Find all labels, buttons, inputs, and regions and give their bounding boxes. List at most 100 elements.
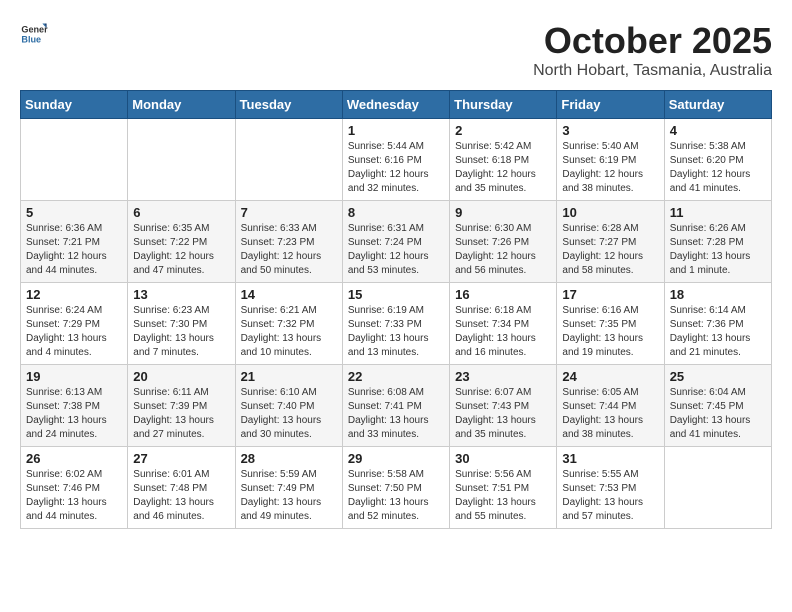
cell-content: Sunrise: 6:23 AM Sunset: 7:30 PM Dayligh…	[133, 304, 229, 360]
day-number: 5	[26, 205, 122, 220]
day-number: 3	[562, 123, 658, 138]
day-of-week-header: Sunday	[21, 91, 128, 119]
cell-content: Sunrise: 5:44 AM Sunset: 6:16 PM Dayligh…	[348, 140, 444, 196]
day-number: 20	[133, 369, 229, 384]
calendar-cell: 22 Sunrise: 6:08 AM Sunset: 7:41 PM Dayli…	[342, 365, 449, 447]
calendar-cell: 27Sunrise: 6:01 AM Sunset: 7:48 PM Dayli…	[128, 447, 235, 529]
cell-content: Sunrise: 6:26 AM Sunset: 7:28 PM Dayligh…	[670, 222, 766, 278]
calendar-cell: 12 Sunrise: 6:24 AM Sunset: 7:29 PM Dayli…	[21, 283, 128, 365]
day-number: 30	[455, 451, 551, 466]
day-of-week-header: Tuesday	[235, 91, 342, 119]
calendar-cell: 4Sunrise: 5:38 AM Sunset: 6:20 PM Daylig…	[664, 119, 771, 201]
cell-content: Sunrise: 6:30 AM Sunset: 7:26 PM Dayligh…	[455, 222, 551, 278]
day-number: 16	[455, 287, 551, 302]
day-number: 6	[133, 205, 229, 220]
day-of-week-header: Wednesday	[342, 91, 449, 119]
day-number: 15	[348, 287, 444, 302]
cell-content: Sunrise: 6:10 AM Sunset: 7:40 PM Dayligh…	[241, 386, 337, 442]
cell-content: Sunrise: 5:56 AM Sunset: 7:51 PM Dayligh…	[455, 468, 551, 524]
cell-content: Sunrise: 5:42 AM Sunset: 6:18 PM Dayligh…	[455, 140, 551, 196]
cell-content: Sunrise: 5:55 AM Sunset: 7:53 PM Dayligh…	[562, 468, 658, 524]
cell-content: Sunrise: 6:33 AM Sunset: 7:23 PM Dayligh…	[241, 222, 337, 278]
calendar-week-row: 1 Sunrise: 5:44 AM Sunset: 6:16 PM Daylig…	[21, 119, 772, 201]
day-number: 13	[133, 287, 229, 302]
calendar-cell: 7 Sunrise: 6:33 AM Sunset: 7:23 PM Daylig…	[235, 201, 342, 283]
calendar-cell: 28 Sunrise: 5:59 AM Sunset: 7:49 PM Dayli…	[235, 447, 342, 529]
cell-content: Sunrise: 6:04 AM Sunset: 7:45 PM Dayligh…	[670, 386, 766, 442]
cell-content: Sunrise: 6:08 AM Sunset: 7:41 PM Dayligh…	[348, 386, 444, 442]
calendar-cell: 26 Sunrise: 6:02 AM Sunset: 7:46 PM Dayli…	[21, 447, 128, 529]
month-title: October 2025	[533, 20, 772, 62]
day-number: 24	[562, 369, 658, 384]
calendar-cell: 19 Sunrise: 6:13 AM Sunset: 7:38 PM Dayli…	[21, 365, 128, 447]
day-number: 18	[670, 287, 766, 302]
day-of-week-header: Friday	[557, 91, 664, 119]
calendar-cell	[128, 119, 235, 201]
day-number: 8	[348, 205, 444, 220]
calendar-cell: 14Sunrise: 6:21 AM Sunset: 7:32 PM Dayli…	[235, 283, 342, 365]
day-number: 2	[455, 123, 551, 138]
calendar-week-row: 19 Sunrise: 6:13 AM Sunset: 7:38 PM Dayli…	[21, 365, 772, 447]
cell-content: Sunrise: 5:58 AM Sunset: 7:50 PM Dayligh…	[348, 468, 444, 524]
calendar-cell	[235, 119, 342, 201]
day-number: 10	[562, 205, 658, 220]
page-header: General Blue October 2025 North Hobart, …	[20, 20, 772, 80]
logo-icon: General Blue	[20, 20, 48, 48]
cell-content: Sunrise: 6:13 AM Sunset: 7:38 PM Dayligh…	[26, 386, 122, 442]
cell-content: Sunrise: 6:16 AM Sunset: 7:35 PM Dayligh…	[562, 304, 658, 360]
cell-content: Sunrise: 6:21 AM Sunset: 7:32 PM Dayligh…	[241, 304, 337, 360]
cell-content: Sunrise: 6:02 AM Sunset: 7:46 PM Dayligh…	[26, 468, 122, 524]
cell-content: Sunrise: 6:14 AM Sunset: 7:36 PM Dayligh…	[670, 304, 766, 360]
calendar-cell: 16 Sunrise: 6:18 AM Sunset: 7:34 PM Dayli…	[450, 283, 557, 365]
logo: General Blue	[20, 20, 48, 48]
title-block: October 2025 North Hobart, Tasmania, Aus…	[533, 20, 772, 80]
day-of-week-header: Saturday	[664, 91, 771, 119]
cell-content: Sunrise: 6:28 AM Sunset: 7:27 PM Dayligh…	[562, 222, 658, 278]
calendar-cell: 21 Sunrise: 6:10 AM Sunset: 7:40 PM Dayli…	[235, 365, 342, 447]
day-number: 1	[348, 123, 444, 138]
day-number: 21	[241, 369, 337, 384]
day-number: 12	[26, 287, 122, 302]
calendar-cell	[21, 119, 128, 201]
cell-content: Sunrise: 6:35 AM Sunset: 7:22 PM Dayligh…	[133, 222, 229, 278]
calendar-cell: 11 Sunrise: 6:26 AM Sunset: 7:28 PM Dayli…	[664, 201, 771, 283]
svg-text:Blue: Blue	[21, 34, 41, 44]
calendar-cell: 30 Sunrise: 5:56 AM Sunset: 7:51 PM Dayli…	[450, 447, 557, 529]
calendar-cell: 10 Sunrise: 6:28 AM Sunset: 7:27 PM Dayli…	[557, 201, 664, 283]
calendar-week-row: 26 Sunrise: 6:02 AM Sunset: 7:46 PM Dayli…	[21, 447, 772, 529]
cell-content: Sunrise: 5:38 AM Sunset: 6:20 PM Dayligh…	[670, 140, 766, 196]
day-number: 25	[670, 369, 766, 384]
cell-content: Sunrise: 6:11 AM Sunset: 7:39 PM Dayligh…	[133, 386, 229, 442]
day-number: 9	[455, 205, 551, 220]
calendar-cell: 23Sunrise: 6:07 AM Sunset: 7:43 PM Dayli…	[450, 365, 557, 447]
cell-content: Sunrise: 6:01 AM Sunset: 7:48 PM Dayligh…	[133, 468, 229, 524]
calendar-cell: 8 Sunrise: 6:31 AM Sunset: 7:24 PM Daylig…	[342, 201, 449, 283]
calendar-cell: 6 Sunrise: 6:35 AM Sunset: 7:22 PM Daylig…	[128, 201, 235, 283]
cell-content: Sunrise: 6:24 AM Sunset: 7:29 PM Dayligh…	[26, 304, 122, 360]
calendar-cell	[664, 447, 771, 529]
day-number: 22	[348, 369, 444, 384]
calendar-cell: 9 Sunrise: 6:30 AM Sunset: 7:26 PM Daylig…	[450, 201, 557, 283]
calendar-cell: 31 Sunrise: 5:55 AM Sunset: 7:53 PM Dayli…	[557, 447, 664, 529]
day-number: 17	[562, 287, 658, 302]
calendar-week-row: 12 Sunrise: 6:24 AM Sunset: 7:29 PM Dayli…	[21, 283, 772, 365]
calendar-week-row: 5Sunrise: 6:36 AM Sunset: 7:21 PM Daylig…	[21, 201, 772, 283]
calendar-cell: 20 Sunrise: 6:11 AM Sunset: 7:39 PM Dayli…	[128, 365, 235, 447]
day-of-week-header: Monday	[128, 91, 235, 119]
day-number: 26	[26, 451, 122, 466]
cell-content: Sunrise: 6:18 AM Sunset: 7:34 PM Dayligh…	[455, 304, 551, 360]
day-number: 11	[670, 205, 766, 220]
cell-content: Sunrise: 5:40 AM Sunset: 6:19 PM Dayligh…	[562, 140, 658, 196]
location-title: North Hobart, Tasmania, Australia	[533, 62, 772, 80]
cell-content: Sunrise: 5:59 AM Sunset: 7:49 PM Dayligh…	[241, 468, 337, 524]
day-number: 31	[562, 451, 658, 466]
day-number: 28	[241, 451, 337, 466]
day-number: 7	[241, 205, 337, 220]
calendar-cell: 13 Sunrise: 6:23 AM Sunset: 7:30 PM Dayli…	[128, 283, 235, 365]
day-number: 19	[26, 369, 122, 384]
calendar-cell: 25 Sunrise: 6:04 AM Sunset: 7:45 PM Dayli…	[664, 365, 771, 447]
day-number: 29	[348, 451, 444, 466]
svg-text:General: General	[21, 25, 48, 35]
cell-content: Sunrise: 6:31 AM Sunset: 7:24 PM Dayligh…	[348, 222, 444, 278]
calendar-cell: 1 Sunrise: 5:44 AM Sunset: 6:16 PM Daylig…	[342, 119, 449, 201]
